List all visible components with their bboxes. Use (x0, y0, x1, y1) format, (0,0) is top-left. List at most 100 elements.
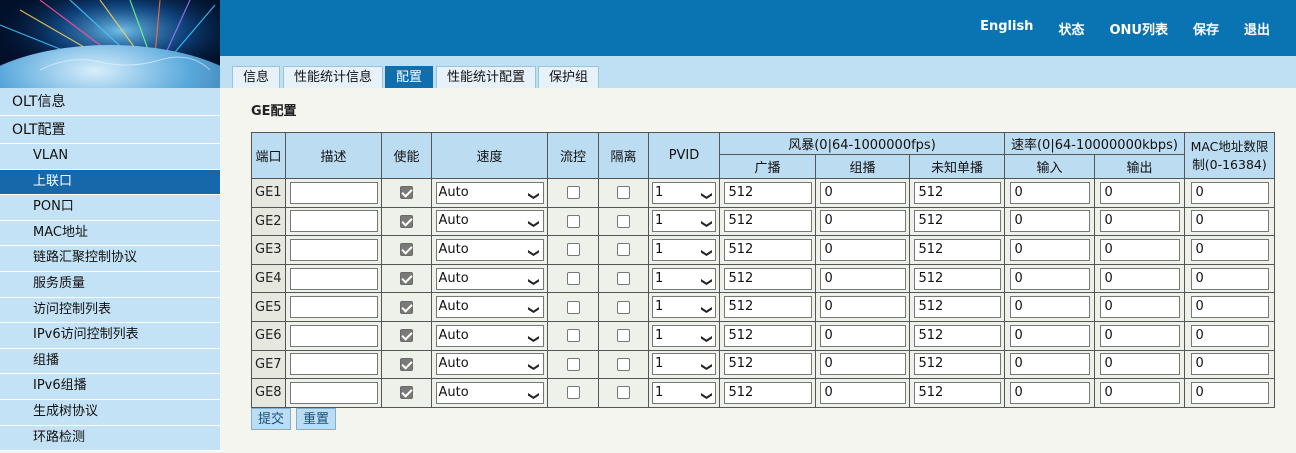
isolation-checkbox[interactable] (617, 272, 630, 286)
sidebar-item[interactable]: 服务质量 (0, 271, 220, 298)
speed-select[interactable]: Auto ❯ (435, 296, 544, 319)
isolation-checkbox[interactable] (617, 214, 630, 228)
pvid-select[interactable]: 1 ❯ (652, 210, 716, 233)
enable-checkbox[interactable] (400, 300, 413, 314)
broadcast-input[interactable]: 512 (723, 181, 812, 204)
unknown-unicast-input[interactable]: 512 (913, 353, 1001, 376)
sidebar-item[interactable]: PON口 (0, 195, 220, 221)
mac-limit-input[interactable]: 0 (1190, 353, 1269, 376)
rate-out-input[interactable]: 0 (1099, 381, 1180, 404)
speed-select[interactable]: Auto ❯ (435, 210, 544, 233)
rate-in-input[interactable]: 0 (1009, 181, 1090, 204)
sidebar-item[interactable]: IPv6访问控制列表 (0, 323, 220, 349)
description-input[interactable] (289, 210, 378, 233)
nav-english-link[interactable]: English (980, 19, 1033, 38)
speed-select[interactable]: Auto ❯ (435, 324, 544, 347)
nav-save-link[interactable]: 保存 (1193, 19, 1219, 38)
rate-out-input[interactable]: 0 (1099, 324, 1180, 347)
unknown-unicast-input[interactable]: 512 (913, 267, 1001, 290)
rate-in-input[interactable]: 0 (1009, 324, 1090, 347)
flow-control-checkbox[interactable] (566, 272, 580, 286)
mac-limit-input[interactable]: 0 (1190, 324, 1269, 347)
broadcast-input[interactable]: 512 (723, 267, 812, 290)
isolation-checkbox[interactable] (617, 186, 630, 200)
pvid-select[interactable]: 1 ❯ (652, 181, 716, 204)
isolation-checkbox[interactable] (617, 300, 630, 314)
enable-checkbox[interactable] (400, 243, 413, 257)
tab-performance-config[interactable]: 性能统计配置 (436, 66, 537, 88)
flow-control-checkbox[interactable] (566, 300, 580, 314)
speed-select[interactable]: Auto ❯ (435, 181, 544, 204)
sidebar-item[interactable]: OLT信息 (0, 88, 220, 116)
flow-control-checkbox[interactable] (566, 329, 580, 343)
unknown-unicast-input[interactable]: 512 (913, 181, 1001, 204)
multicast-input[interactable]: 0 (819, 324, 906, 347)
enable-checkbox[interactable] (400, 214, 413, 228)
nav-onu-list-link[interactable]: ONU列表 (1109, 19, 1168, 38)
description-input[interactable] (289, 353, 378, 376)
broadcast-input[interactable]: 512 (723, 210, 812, 233)
sidebar-item[interactable]: MAC地址 (0, 220, 220, 247)
rate-in-input[interactable]: 0 (1009, 381, 1090, 404)
rate-out-input[interactable]: 0 (1099, 210, 1180, 233)
description-input[interactable] (289, 267, 378, 290)
enable-checkbox[interactable] (400, 386, 413, 400)
tab-protection-group[interactable]: 保护组 (538, 66, 600, 88)
isolation-checkbox[interactable] (617, 386, 630, 400)
multicast-input[interactable]: 0 (819, 353, 906, 376)
sidebar-item[interactable]: 生成树协议 (0, 399, 220, 426)
isolation-checkbox[interactable] (617, 357, 630, 371)
pvid-select[interactable]: 1 ❯ (652, 353, 716, 376)
isolation-checkbox[interactable] (617, 329, 630, 343)
sidebar-item[interactable]: VLAN (0, 144, 220, 170)
rate-out-input[interactable]: 0 (1099, 296, 1180, 319)
tab-info[interactable]: 信息 (232, 66, 281, 88)
mac-limit-input[interactable]: 0 (1190, 381, 1269, 404)
enable-checkbox[interactable] (400, 357, 413, 371)
rate-in-input[interactable]: 0 (1009, 267, 1090, 290)
rate-out-input[interactable]: 0 (1099, 267, 1180, 290)
broadcast-input[interactable]: 512 (723, 296, 812, 319)
mac-limit-input[interactable]: 0 (1190, 238, 1269, 261)
pvid-select[interactable]: 1 ❯ (652, 381, 716, 404)
rate-in-input[interactable]: 0 (1009, 238, 1090, 261)
unknown-unicast-input[interactable]: 512 (913, 296, 1001, 319)
description-input[interactable] (289, 324, 378, 347)
broadcast-input[interactable]: 512 (723, 353, 812, 376)
speed-select[interactable]: Auto ❯ (435, 238, 544, 261)
mac-limit-input[interactable]: 0 (1190, 296, 1269, 319)
sidebar-item[interactable]: 环路检测 (0, 425, 220, 452)
mac-limit-input[interactable]: 0 (1190, 267, 1269, 290)
multicast-input[interactable]: 0 (819, 210, 906, 233)
speed-select[interactable]: Auto ❯ (435, 353, 544, 376)
multicast-input[interactable]: 0 (819, 381, 906, 404)
sidebar-item[interactable]: OLT配置 (0, 116, 220, 144)
flow-control-checkbox[interactable] (566, 386, 580, 400)
sidebar-item[interactable]: 组播 (0, 348, 220, 375)
description-input[interactable] (289, 238, 378, 261)
pvid-select[interactable]: 1 ❯ (652, 238, 716, 261)
enable-checkbox[interactable] (400, 272, 413, 286)
broadcast-input[interactable]: 512 (723, 381, 812, 404)
flow-control-checkbox[interactable] (566, 243, 580, 257)
sidebar-item[interactable]: 链路汇聚控制协议 (0, 246, 220, 272)
rate-out-input[interactable]: 0 (1099, 181, 1180, 204)
speed-select[interactable]: Auto ❯ (435, 267, 544, 290)
pvid-select[interactable]: 1 ❯ (652, 324, 716, 347)
flow-control-checkbox[interactable] (566, 214, 580, 228)
nav-status-link[interactable]: 状态 (1058, 19, 1084, 38)
broadcast-input[interactable]: 512 (723, 324, 812, 347)
sidebar-item[interactable]: IPv6组播 (0, 374, 220, 400)
sidebar-item[interactable]: 访问控制列表 (0, 297, 220, 324)
description-input[interactable] (289, 181, 378, 204)
multicast-input[interactable]: 0 (819, 296, 906, 319)
pvid-select[interactable]: 1 ❯ (652, 267, 716, 290)
flow-control-checkbox[interactable] (566, 186, 580, 200)
mac-limit-input[interactable]: 0 (1190, 181, 1269, 204)
multicast-input[interactable]: 0 (819, 238, 906, 261)
broadcast-input[interactable]: 512 (723, 238, 812, 261)
unknown-unicast-input[interactable]: 512 (913, 324, 1001, 347)
enable-checkbox[interactable] (400, 186, 413, 200)
nav-logout-link[interactable]: 退出 (1244, 19, 1270, 38)
rate-in-input[interactable]: 0 (1009, 296, 1090, 319)
